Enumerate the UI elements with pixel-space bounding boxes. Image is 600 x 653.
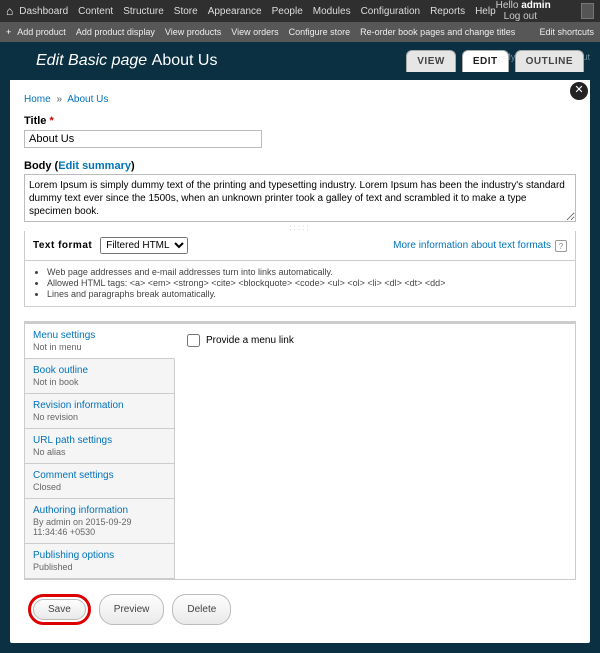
vtabs-list: Menu settings Not in menu Book outline N… [25, 324, 175, 579]
more-formats-link[interactable]: More information about text formats [393, 240, 551, 251]
vtab-summary: Closed [33, 482, 166, 492]
annotation-highlight: Save [28, 594, 91, 625]
preview-button[interactable]: Preview [99, 594, 165, 625]
vertical-tabs: Menu settings Not in menu Book outline N… [24, 321, 576, 580]
page-header: Edit Basic page About Us My account Log … [0, 42, 600, 80]
title-label: Title * [24, 115, 576, 127]
breadcrumb: Home » About Us [24, 94, 576, 105]
vtab-comment[interactable]: Comment settings Closed [25, 464, 174, 499]
shortcut-configure-store[interactable]: Configure store [289, 27, 351, 37]
vtab-revision[interactable]: Revision information No revision [25, 394, 174, 429]
delete-button[interactable]: Delete [172, 594, 231, 625]
tab-edit[interactable]: EDIT [462, 50, 509, 72]
form-actions: Save Preview Delete [24, 594, 576, 625]
body-label-text: Body [24, 160, 52, 172]
shortcut-view-orders[interactable]: View orders [231, 27, 278, 37]
body-textarea[interactable]: Lorem Ipsum is simply dummy text of the … [24, 174, 576, 222]
admin-menu-dashboard[interactable]: Dashboard [19, 6, 68, 17]
vtab-url[interactable]: URL path settings No alias [25, 429, 174, 464]
home-icon[interactable]: ⌂ [6, 4, 13, 18]
vtab-title: Publishing options [33, 550, 166, 561]
admin-menu: Dashboard Content Structure Store Appear… [19, 6, 495, 17]
breadcrumb-sep: » [56, 94, 62, 105]
admin-menu-reports[interactable]: Reports [430, 6, 465, 17]
shortcut-add-product-display[interactable]: Add product display [76, 27, 155, 37]
vtab-title: Book outline [33, 365, 166, 376]
vtab-authoring[interactable]: Authoring information By admin on 2015-0… [25, 499, 174, 544]
close-icon[interactable]: ✕ [570, 82, 588, 100]
shortcut-links: Add product Add product display View pro… [17, 27, 515, 37]
tab-outline[interactable]: OUTLINE [515, 50, 584, 72]
tip-1: Web page addresses and e-mail addresses … [47, 267, 567, 277]
admin-menu-configuration[interactable]: Configuration [361, 6, 420, 17]
logout-link-top[interactable]: Log out [504, 11, 537, 22]
vtab-book-outline[interactable]: Book outline Not in book [25, 359, 174, 394]
add-shortcut-icon[interactable]: + [6, 27, 11, 37]
overlay-content: ✕ Home » About Us Title * Body (Edit sum… [10, 80, 590, 643]
format-tips: Web page addresses and e-mail addresses … [24, 261, 576, 307]
vtab-pane-menu: Provide a menu link [175, 324, 575, 579]
info-icon[interactable]: ? [555, 240, 567, 252]
tip-2: Allowed HTML tags: <a> <em> <strong> <ci… [47, 278, 567, 288]
vtab-summary: Not in menu [33, 342, 166, 352]
vtab-title: Comment settings [33, 470, 166, 481]
tip-3: Lines and paragraphs break automatically… [47, 289, 567, 299]
body-label: Body (Edit summary) [24, 160, 576, 172]
vtab-title: Revision information [33, 400, 166, 411]
shortcut-add-product[interactable]: Add product [17, 27, 66, 37]
edit-summary-link[interactable]: Edit summary [58, 160, 131, 172]
breadcrumb-home[interactable]: Home [24, 94, 51, 105]
save-button[interactable]: Save [33, 599, 86, 620]
title-name: About Us [152, 52, 218, 69]
admin-menu-modules[interactable]: Modules [313, 6, 351, 17]
edit-shortcuts-link[interactable]: Edit shortcuts [539, 27, 594, 37]
shortcut-bar: + Add product Add product display View p… [0, 22, 600, 42]
current-user[interactable]: admin [521, 0, 550, 11]
local-tabs: VIEW EDIT OUTLINE [406, 50, 584, 72]
breadcrumb-current[interactable]: About Us [67, 94, 108, 105]
admin-menu-store[interactable]: Store [174, 6, 198, 17]
admin-menu-appearance[interactable]: Appearance [208, 6, 262, 17]
admin-menu-people[interactable]: People [272, 6, 303, 17]
title-input[interactable] [24, 130, 262, 148]
menu-link-checkbox[interactable] [187, 334, 200, 347]
tab-view[interactable]: VIEW [406, 50, 456, 72]
hello-label: Hello [496, 0, 519, 11]
text-format-label: Text format [33, 240, 92, 251]
admin-user-block: Hello admin Log out [496, 0, 575, 22]
vtab-summary: By admin on 2015-09-29 11:34:46 +0530 [33, 517, 166, 537]
page-title: Edit Basic page About Us [36, 52, 217, 70]
menu-link-label: Provide a menu link [206, 335, 294, 346]
vtab-menu-settings[interactable]: Menu settings Not in menu [25, 324, 175, 359]
vtab-publishing[interactable]: Publishing options Published [25, 544, 174, 579]
admin-menu-structure[interactable]: Structure [123, 6, 164, 17]
vtab-title: Authoring information [33, 505, 166, 516]
text-format-row: Text format Filtered HTML More informati… [24, 231, 576, 261]
admin-menu-content[interactable]: Content [78, 6, 113, 17]
admin-menu-help[interactable]: Help [475, 6, 496, 17]
admin-toolbar: ⌂ Dashboard Content Structure Store Appe… [0, 0, 600, 22]
text-format-select[interactable]: Filtered HTML [100, 237, 188, 254]
title-label-text: Title [24, 115, 46, 127]
toolbar-toggle-icon[interactable] [581, 3, 594, 19]
vtab-summary: No revision [33, 412, 166, 422]
shortcut-reorder-book[interactable]: Re-order book pages and change titles [360, 27, 515, 37]
vtab-summary: Not in book [33, 377, 166, 387]
required-marker: * [49, 115, 53, 127]
title-prefix: Edit Basic page [36, 52, 147, 69]
vtab-summary: Published [33, 562, 166, 572]
shortcut-view-products[interactable]: View products [165, 27, 221, 37]
vtab-summary: No alias [33, 447, 166, 457]
vtab-title: URL path settings [33, 435, 166, 446]
vtab-title: Menu settings [33, 330, 166, 341]
